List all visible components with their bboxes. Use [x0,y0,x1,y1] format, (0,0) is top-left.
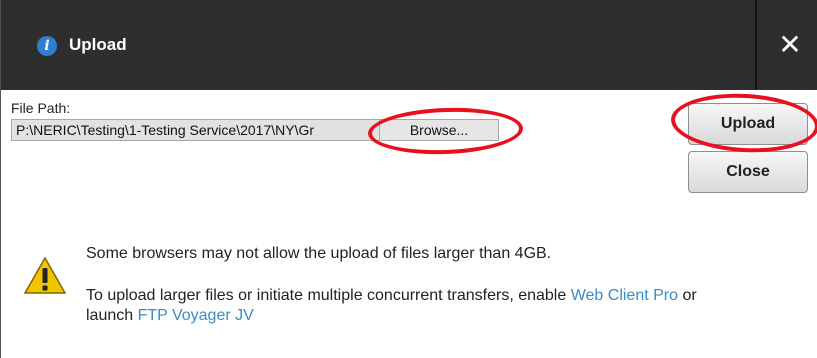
web-client-pro-link[interactable]: Web Client Pro [571,287,678,304]
file-path-input[interactable] [11,119,381,141]
close-x-icon[interactable]: ✕ [773,28,807,62]
browse-button[interactable]: Browse... [379,119,499,141]
close-button[interactable]: Close [688,151,808,193]
upload-dialog: i Upload ✕ File Path: Browse... Upload C… [0,0,817,358]
warning-icon [23,256,67,294]
info-icon: i [37,36,57,56]
warning-message-alternatives: To upload larger files or initiate multi… [86,286,726,326]
warning-message-size: Some browsers may not allow the upload o… [86,245,552,262]
upload-button[interactable]: Upload [688,103,808,145]
titlebar-divider [755,0,757,90]
ftp-voyager-jv-link[interactable]: FTP Voyager JV [138,307,254,324]
dialog-title: Upload [69,35,127,54]
dialog-titlebar: i Upload ✕ [1,0,817,90]
file-path-label: File Path: [11,100,71,116]
warning-text-prefix: To upload larger files or initiate multi… [86,287,571,304]
